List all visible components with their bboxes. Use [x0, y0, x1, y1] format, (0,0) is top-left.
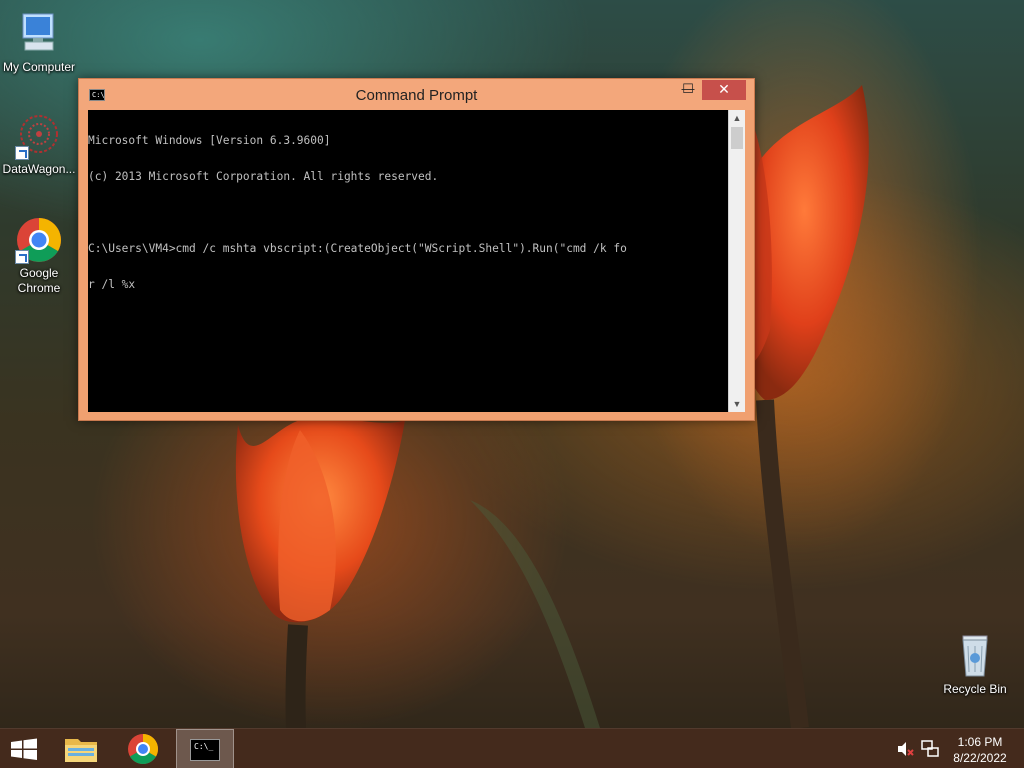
close-button[interactable]: ✕ [702, 80, 746, 100]
network-glyph [921, 740, 939, 757]
start-button[interactable] [0, 729, 48, 768]
console-line: C:\Users\VM4>cmd /c mshta vbscript:(Crea… [88, 243, 627, 255]
desktop-icon-label: DataWagon... [2, 162, 76, 176]
command-prompt-window[interactable]: C:\ Command Prompt — ☐ ✕ Microsoft Windo… [78, 78, 755, 421]
datawagon-icon [15, 112, 63, 160]
vertical-scrollbar[interactable]: ▲ ▼ [728, 110, 745, 412]
maximize-button[interactable]: ☐ [675, 80, 701, 100]
console-line: r /l %x [88, 279, 136, 291]
taskbar-command-prompt[interactable]: C:\_ [176, 729, 234, 768]
shortcut-arrow-icon [15, 250, 29, 264]
desktop-icon-datawagon[interactable]: DataWagon... [0, 112, 78, 177]
console-line: (c) 2013 Microsoft Corporation. All righ… [88, 171, 439, 183]
console-line: Microsoft Windows [Version 6.3.9600] [88, 135, 331, 147]
desktop-icon-my-computer[interactable]: My Computer [0, 10, 78, 75]
desktop-icon-recycle-bin[interactable]: Recycle Bin [936, 632, 1014, 697]
desktop-icon-label: Recycle Bin [943, 682, 1007, 696]
window-title: Command Prompt [355, 87, 478, 104]
chrome-icon [128, 734, 159, 765]
volume-muted-icon[interactable] [896, 741, 914, 757]
desktop-icon-label: My Computer [2, 60, 76, 74]
clock-date[interactable]: 8/22/2022 [945, 751, 1015, 765]
window-title-bar[interactable]: C:\ Command Prompt — ☐ ✕ [79, 79, 754, 110]
desktop-icon-google-chrome[interactable]: Google Chrome [0, 216, 78, 296]
chrome-icon [15, 216, 63, 264]
file-explorer-icon [65, 739, 97, 762]
desktop-icon-label: Google Chrome [17, 266, 61, 295]
scroll-up-arrow-icon[interactable]: ▲ [729, 110, 745, 126]
computer-icon [15, 10, 63, 58]
clock-time[interactable]: 1:06 PM [945, 735, 1015, 749]
speaker-glyph [898, 742, 914, 756]
console-output[interactable]: Microsoft Windows [Version 6.3.9600] (c)… [88, 110, 728, 412]
taskbar-file-explorer[interactable] [56, 729, 106, 768]
network-icon[interactable] [921, 740, 939, 758]
taskbar-chrome[interactable] [118, 729, 168, 768]
cmd-icon: C:\_ [190, 739, 220, 761]
scrollbar-thumb[interactable] [731, 127, 743, 149]
taskbar: C:\_ 1:06 PM 8/22/2022 [0, 728, 1024, 768]
shortcut-arrow-icon [15, 146, 29, 160]
scroll-down-arrow-icon[interactable]: ▼ [729, 396, 745, 412]
start-icon [11, 738, 37, 760]
recycle-bin-icon [951, 632, 999, 680]
